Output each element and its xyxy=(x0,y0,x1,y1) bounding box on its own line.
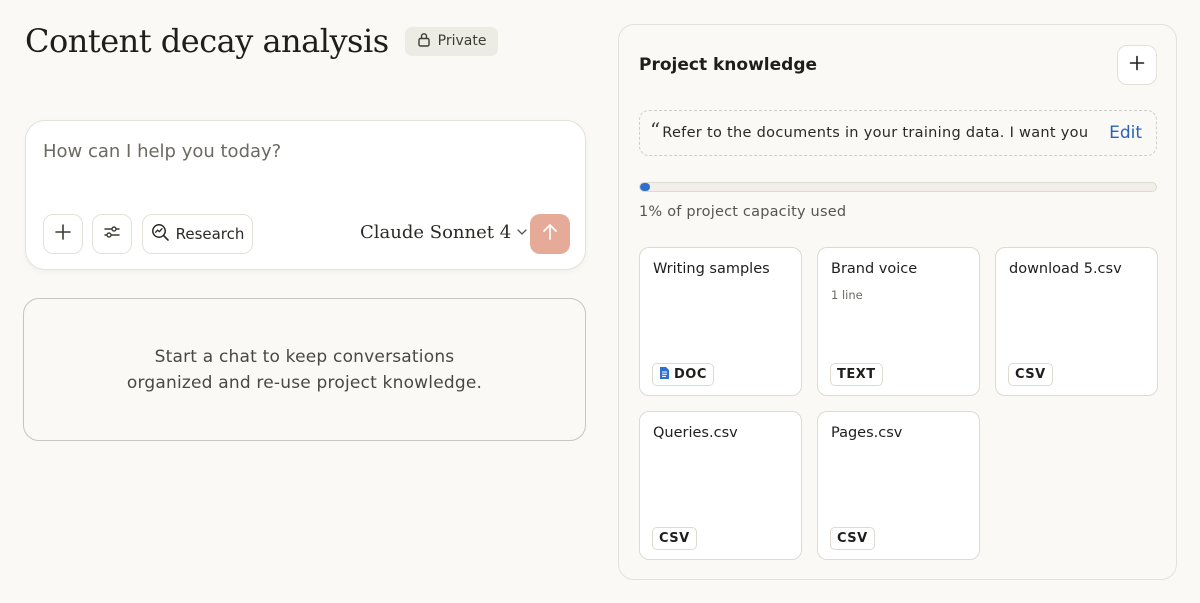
send-button[interactable] xyxy=(530,214,570,254)
project-knowledge-title: Project knowledge xyxy=(639,55,818,75)
chat-composer: Research Claude Sonnet 4 xyxy=(25,120,586,270)
chat-input[interactable] xyxy=(43,141,563,162)
file-card[interactable]: download 5.csv CSV xyxy=(995,247,1158,396)
capacity-progress-bar xyxy=(639,182,1157,192)
quote-mark: “ xyxy=(650,118,661,142)
arrow-up-icon xyxy=(542,223,558,245)
research-label: Research xyxy=(175,225,245,243)
empty-state-line-2: organized and re-use project knowledge. xyxy=(126,372,483,393)
model-label: Claude Sonnet 4 xyxy=(360,222,512,243)
file-subtitle: 1 line xyxy=(831,288,863,302)
research-button[interactable]: Research xyxy=(142,214,253,254)
document-icon xyxy=(659,366,670,384)
file-card[interactable]: Writing samples DOC xyxy=(639,247,802,396)
file-type-badge: TEXT xyxy=(830,363,883,386)
research-magnifier-icon xyxy=(151,223,170,246)
private-badge-label: Private xyxy=(437,33,487,49)
file-name: download 5.csv xyxy=(1009,261,1122,277)
file-type-label: CSV xyxy=(1015,367,1046,382)
project-knowledge-panel: Project knowledge “ Refer to the documen… xyxy=(618,24,1177,580)
file-type-label: TEXT xyxy=(837,367,876,382)
file-type-badge: DOC xyxy=(652,363,714,386)
sliders-icon xyxy=(103,223,121,245)
file-name: Writing samples xyxy=(653,261,770,277)
file-card[interactable]: Pages.csv CSV xyxy=(817,411,980,560)
file-type-badge: CSV xyxy=(652,527,697,550)
file-type-label: CSV xyxy=(659,531,690,546)
page-title: Content decay analysis xyxy=(25,22,389,60)
plus-icon xyxy=(54,223,72,245)
knowledge-files-grid: Writing samples DOC Brand voice 1 line T… xyxy=(639,247,1158,560)
file-name: Pages.csv xyxy=(831,425,903,441)
add-knowledge-button[interactable] xyxy=(1117,45,1157,85)
lock-icon xyxy=(417,32,431,51)
empty-chats-message: Start a chat to keep conversations organ… xyxy=(23,298,586,441)
file-name: Queries.csv xyxy=(653,425,738,441)
file-type-label: CSV xyxy=(837,531,868,546)
file-name: Brand voice xyxy=(831,261,918,277)
capacity-text: 1% of project capacity used xyxy=(639,204,847,220)
file-type-badge: CSV xyxy=(830,527,875,550)
capacity-progress-fill xyxy=(640,183,650,191)
empty-state-line-1: Start a chat to keep conversations xyxy=(154,346,455,367)
plus-icon xyxy=(1129,55,1145,75)
edit-instructions-link[interactable]: Edit xyxy=(1109,123,1142,143)
file-type-badge: CSV xyxy=(1008,363,1053,386)
instructions-preview: Refer to the documents in your training … xyxy=(662,125,1089,141)
private-badge[interactable]: Private xyxy=(404,26,499,56)
project-instructions[interactable]: “ Refer to the documents in your trainin… xyxy=(639,110,1157,156)
file-card[interactable]: Brand voice 1 line TEXT xyxy=(817,247,980,396)
title-row: Content decay analysis Private xyxy=(25,22,499,60)
add-attachment-button[interactable] xyxy=(43,214,83,254)
file-card[interactable]: Queries.csv CSV xyxy=(639,411,802,560)
file-type-label: DOC xyxy=(674,367,707,382)
chevron-down-icon xyxy=(516,222,528,243)
model-selector[interactable]: Claude Sonnet 4 xyxy=(360,222,528,243)
tools-settings-button[interactable] xyxy=(92,214,132,254)
